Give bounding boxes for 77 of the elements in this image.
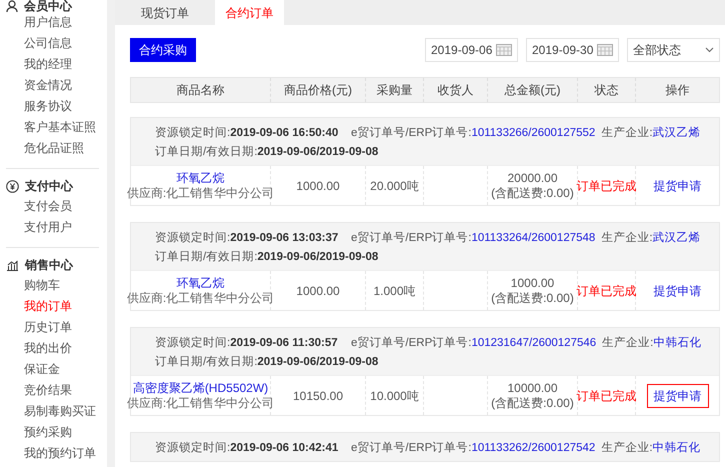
order-status: 订单已完成: [576, 388, 636, 404]
product-link[interactable]: 环氧乙烷: [176, 170, 224, 186]
sidebar-item[interactable]: 公司信息: [24, 33, 99, 54]
total-amount: 10000.00: [507, 380, 558, 396]
order-number: e贸订单号/ERP订单号:101133266/2600127552: [351, 126, 596, 141]
lock-time: 资源锁定时间:2019-09-06 11:30:57: [155, 336, 339, 351]
pickup-request-button[interactable]: 提货申请: [646, 384, 708, 408]
sidebar-item[interactable]: 我的订单: [24, 296, 99, 317]
column-header: 总金额(元): [504, 82, 560, 99]
order-dates: 订单日期/有效日期:2019-09-06/2019-09-08: [155, 144, 378, 160]
sidebar-item[interactable]: 易制毒购买证: [24, 401, 99, 422]
order-dates: 订单日期/有效日期:2019-09-06/2019-09-08: [155, 354, 378, 370]
producer: 生产企业:中韩石化: [602, 336, 702, 351]
delivery-fee: (含配送费:0.00): [491, 186, 574, 200]
start-date-field[interactable]: 2019-09-06: [425, 38, 518, 62]
yen-icon: [6, 180, 19, 192]
total-amount: 1000.00: [510, 276, 554, 290]
total-amount: 20000.00: [507, 170, 558, 186]
price-cell-text: 10150.00: [292, 388, 344, 404]
supplier-text: 供应商:化工销售华中分公司: [126, 396, 274, 410]
lock-time: 资源锁定时间:2019-09-06 10:42:41: [155, 440, 340, 456]
sidebar-item[interactable]: 保证金: [24, 359, 99, 380]
column-header: 商品名称: [176, 82, 224, 99]
delivery-fee: (含配送费:0.00): [491, 396, 574, 410]
column-header: 采购量: [376, 82, 412, 99]
column-header: 商品价格(元): [284, 82, 352, 99]
column-header: 操作: [666, 82, 690, 99]
producer: 生产企业:中韩石化: [601, 440, 701, 456]
order-status: 订单已完成: [576, 178, 636, 194]
order-number: e贸订单号/ERP订单号:101133262/2600127542: [351, 440, 596, 456]
pickup-request-button[interactable]: 提货申请: [646, 174, 708, 198]
status-select[interactable]: 全部状态: [627, 38, 720, 62]
sidebar-item[interactable]: 支付用户: [24, 217, 99, 238]
order-number: e贸订单号/ERP订单号:101133264/2600127548: [351, 230, 596, 246]
calendar-icon: [597, 44, 613, 56]
supplier-text: 供应商:化工销售华中分公司: [126, 186, 274, 200]
sidebar-item[interactable]: 竞价结果: [24, 380, 99, 401]
sidebar-item[interactable]: 资金情况: [24, 75, 99, 96]
group-title: 支付中心: [25, 180, 73, 192]
product-link[interactable]: 高密度聚乙烯(HD5502W): [132, 380, 268, 396]
sidebar-item[interactable]: 危化品证照: [24, 138, 99, 159]
group-title: 销售中心: [25, 259, 73, 271]
order-dates: 订单日期/有效日期:2019-09-06/2019-09-08: [155, 250, 378, 265]
order-number: e贸订单号/ERP订单号:101231647/2600127546: [351, 336, 598, 351]
price-cell-text: 1000.00: [296, 178, 340, 194]
supplier-text: 供应商:化工销售华中分公司: [126, 290, 274, 306]
lock-time: 资源锁定时间:2019-09-06 13:03:37: [155, 230, 340, 246]
contract-purchase-button[interactable]: 合约采购: [130, 38, 196, 62]
column-header: 收货人: [438, 82, 474, 99]
column-header: 状态: [594, 82, 618, 99]
quantity-cell-text: 10.000吨: [370, 388, 419, 404]
quantity-cell-text: 1.000吨: [373, 282, 416, 300]
sidebar-item[interactable]: 购物车: [24, 275, 99, 296]
sidebar-item[interactable]: 我的经理: [24, 54, 99, 75]
chevron-down-icon: [705, 47, 714, 53]
product-link[interactable]: 环氧乙烷: [176, 276, 224, 290]
tab[interactable]: 合约订单: [215, 0, 284, 25]
user-icon: [6, 0, 18, 12]
sidebar-item[interactable]: 历史订单: [24, 317, 99, 338]
producer: 生产企业:武汉乙烯: [601, 230, 701, 246]
end-date-field[interactable]: 2019-09-30: [526, 38, 619, 62]
lock-time: 资源锁定时间:2019-09-06 16:50:40: [155, 126, 340, 141]
quantity-cell-text: 20.000吨: [370, 178, 419, 194]
sidebar-item[interactable]: 客户基本证照: [24, 117, 99, 138]
pickup-request-button[interactable]: 提货申请: [646, 278, 708, 302]
sidebar-item[interactable]: 服务协议: [24, 96, 99, 117]
calendar-icon: [496, 44, 512, 56]
sidebar-item[interactable]: 用户信息: [24, 12, 99, 33]
sidebar-item[interactable]: 预约采购: [24, 422, 99, 443]
sidebar-item[interactable]: 我的出价: [24, 338, 99, 359]
sidebar-item[interactable]: 支付会员: [24, 196, 99, 217]
sidebar-item[interactable]: 我的预约订单: [24, 443, 99, 464]
chart-icon: [6, 259, 19, 271]
order-status: 订单已完成: [576, 282, 636, 300]
price-cell-text: 1000.00: [296, 282, 340, 300]
producer: 生产企业:武汉乙烯: [601, 126, 701, 141]
delivery-fee: (含配送费:0.00): [491, 290, 574, 306]
